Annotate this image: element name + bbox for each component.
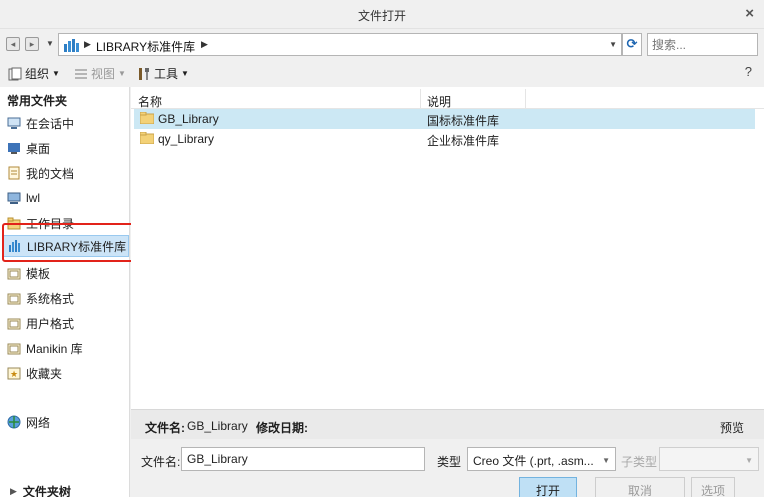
view-menu[interactable]: 视图 ▼ xyxy=(74,65,126,82)
file-description: 国标标准件库 xyxy=(427,114,500,128)
library-icon xyxy=(64,39,79,52)
tools-label: 工具 xyxy=(154,67,179,81)
chevron-down-icon: ▼ xyxy=(118,69,126,78)
breadcrumb-library[interactable]: LIBRARY标准件库 xyxy=(96,38,195,55)
title-bar: 文件打开 × xyxy=(0,0,764,29)
view-label: 视图 xyxy=(91,67,116,81)
close-icon[interactable]: × xyxy=(745,5,754,22)
sidebar-item-system-formats[interactable]: 系统格式 xyxy=(3,287,129,309)
tools-menu[interactable]: 工具 ▼ xyxy=(137,65,189,82)
help-icon[interactable]: ? xyxy=(745,64,752,79)
chevron-down-icon: ▼ xyxy=(181,69,189,78)
table-row[interactable]: qy_Library 企业标准件库 xyxy=(134,129,755,149)
file-description: 企业标准件库 xyxy=(427,134,500,148)
info-filename-value: GB_Library xyxy=(187,419,248,433)
computer-icon xyxy=(7,192,21,204)
breadcrumb-separator-icon[interactable]: ▶ xyxy=(84,39,91,50)
sidebar-item-manikin[interactable]: Manikin 库 xyxy=(3,337,129,359)
bottom-bar: 文件名: 类型 Creo 文件 (.prt, .asm... ▼ 子类型 ▼ 打… xyxy=(131,439,764,497)
folder-icon xyxy=(140,132,154,144)
monitor-icon xyxy=(7,117,21,129)
sidebar-item-favorites[interactable]: ★ 收藏夹 xyxy=(3,362,129,384)
sidebar-item-label: 在会话中 xyxy=(26,116,75,131)
highlight-annotation xyxy=(2,223,139,262)
address-dropdown-icon[interactable]: ▼ xyxy=(609,40,617,49)
type-label: 类型 xyxy=(437,455,462,469)
sidebar-item-documents[interactable]: 我的文档 xyxy=(3,162,129,184)
toolbar: 组织 ▼ 视图 ▼ 工具 ▼ ? xyxy=(0,59,764,87)
sidebar-item-user-formats[interactable]: 用户格式 xyxy=(3,312,129,334)
column-header: 名称 说明 xyxy=(131,89,764,109)
info-modified-label: 修改日期: xyxy=(256,421,308,435)
sidebar-header: 常用文件夹 xyxy=(7,94,68,108)
subtype-select[interactable]: ▼ xyxy=(659,447,759,471)
type-select-value: Creo 文件 (.prt, .asm... xyxy=(473,454,594,468)
chevron-down-icon: ▼ xyxy=(745,456,753,465)
breadcrumb-separator-icon[interactable]: ▶ xyxy=(201,39,208,50)
organize-label: 组织 xyxy=(25,67,50,81)
sidebar-item-network[interactable]: 网络 xyxy=(3,411,129,433)
forward-button[interactable]: ▸ xyxy=(25,37,39,51)
desktop-icon xyxy=(8,143,20,154)
folder-tree-label: 文件夹树 xyxy=(22,485,71,497)
column-divider[interactable] xyxy=(420,89,421,109)
sidebar-item-label: 用户格式 xyxy=(26,316,75,331)
folder-icon xyxy=(140,112,154,124)
organize-icon xyxy=(8,67,22,80)
folder-icon xyxy=(7,343,21,355)
sidebar-item-label: 桌面 xyxy=(26,141,51,156)
sidebar: 常用文件夹 在会话中 桌面 我的文档 lwl 工作目录 LIBRARY标准件库 … xyxy=(0,87,139,497)
sidebar-item-label: 模板 xyxy=(26,266,51,281)
favorites-icon: ★ xyxy=(7,367,21,380)
cancel-button[interactable]: 取消 xyxy=(595,477,685,497)
sidebar-item-lwl[interactable]: lwl xyxy=(3,187,129,209)
view-icon xyxy=(75,68,87,79)
search-input[interactable] xyxy=(647,33,758,56)
sidebar-item-desktop[interactable]: 桌面 xyxy=(3,137,129,159)
column-description[interactable]: 说明 xyxy=(427,93,451,110)
file-list: 名称 说明 GB_Library 国标标准件库 qy_Library 企业标准件… xyxy=(131,87,764,409)
sidebar-item-templates[interactable]: 模板 xyxy=(3,262,129,284)
folder-icon xyxy=(7,318,21,330)
folder-icon xyxy=(7,268,21,280)
navigation-bar: ◂ ▸ ▼ ▶ LIBRARY标准件库 ▶ ▼ ⟳ xyxy=(0,29,764,59)
options-button[interactable]: 选项 xyxy=(691,477,735,497)
folder-tree-toggle[interactable]: ▶ 文件夹树 xyxy=(10,483,71,497)
info-filename-label: 文件名: xyxy=(145,421,185,435)
organize-menu[interactable]: 组织 ▼ xyxy=(8,65,60,82)
column-name[interactable]: 名称 xyxy=(138,93,162,110)
filename-input[interactable] xyxy=(181,447,425,471)
open-button[interactable]: 打开 xyxy=(519,477,577,497)
refresh-icon[interactable]: ⟳ xyxy=(622,33,642,56)
svg-text:★: ★ xyxy=(10,369,18,379)
file-name: qy_Library xyxy=(158,132,215,146)
sidebar-item-label: 系统格式 xyxy=(26,291,75,306)
type-select[interactable]: Creo 文件 (.prt, .asm... ▼ xyxy=(467,447,616,471)
filename-label: 文件名: xyxy=(141,455,181,469)
sidebar-item-label: Manikin 库 xyxy=(26,341,83,356)
network-icon xyxy=(7,415,21,429)
sidebar-item-label: lwl xyxy=(26,191,40,205)
back-button[interactable]: ◂ xyxy=(6,37,20,51)
folder-icon xyxy=(7,293,21,305)
history-dropdown-icon[interactable]: ▼ xyxy=(46,39,54,48)
address-bar[interactable]: ▶ LIBRARY标准件库 ▶ ▼ xyxy=(58,33,622,56)
subtype-label: 子类型 xyxy=(621,455,658,469)
documents-icon xyxy=(8,166,20,180)
sidebar-item-label: 网络 xyxy=(26,415,51,430)
file-name: GB_Library xyxy=(158,112,219,126)
table-row[interactable]: GB_Library 国标标准件库 xyxy=(134,109,755,129)
sidebar-item-label: 收藏夹 xyxy=(26,366,63,381)
window-title: 文件打开 xyxy=(357,9,406,23)
sidebar-item-label: 我的文档 xyxy=(26,166,75,181)
sidebar-item-in-session[interactable]: 在会话中 xyxy=(3,112,129,134)
chevron-down-icon: ▼ xyxy=(602,456,610,465)
chevron-right-icon: ▶ xyxy=(10,486,17,496)
preview-toggle[interactable]: 预览 xyxy=(720,419,744,436)
column-divider[interactable] xyxy=(525,89,526,109)
chevron-down-icon: ▼ xyxy=(52,69,60,78)
info-bar: 文件名: GB_Library 修改日期: 预览 xyxy=(131,409,764,439)
tools-icon xyxy=(139,67,149,80)
